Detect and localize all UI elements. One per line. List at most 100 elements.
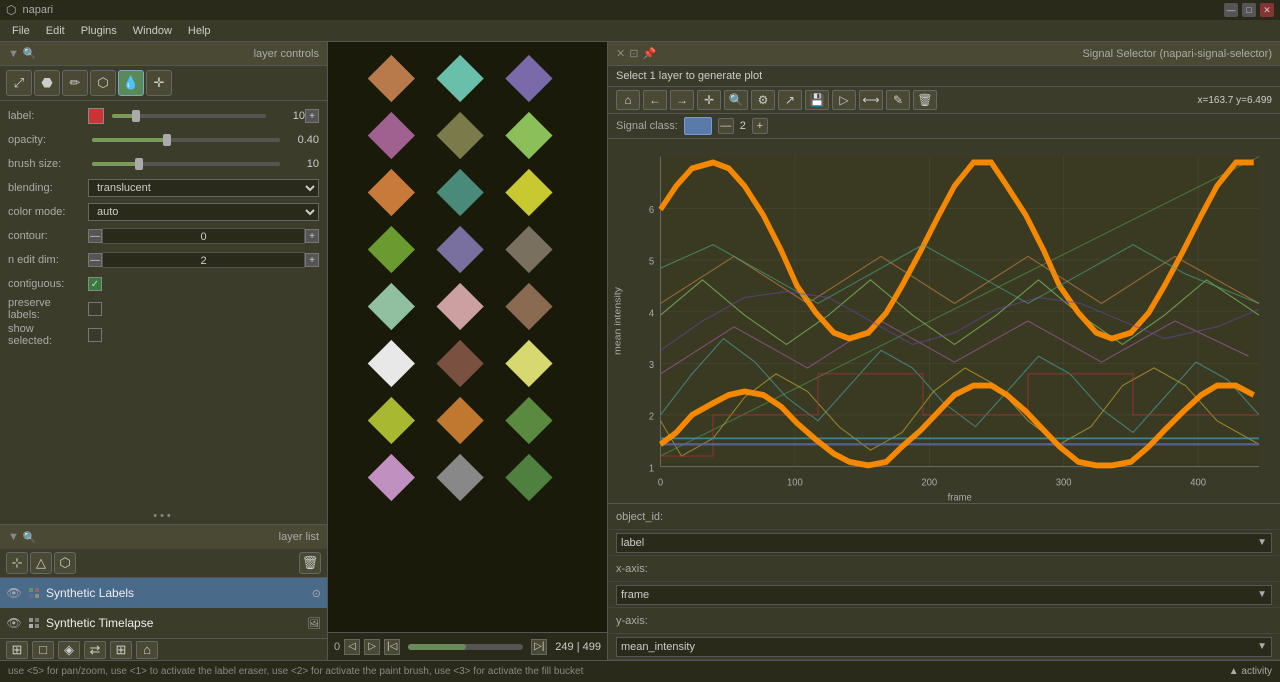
n-edit-dim-decrement-btn[interactable]: — bbox=[88, 253, 102, 267]
layer-item-synthetic-labels[interactable]: 👁 Synthetic Labels ⊙ bbox=[0, 578, 327, 608]
signal-close-icon[interactable]: ✕ bbox=[616, 47, 625, 60]
svg-text:200: 200 bbox=[921, 477, 937, 489]
2d-view-btn[interactable]: □ bbox=[32, 641, 54, 659]
diamond-0-2 bbox=[367, 169, 414, 216]
expand-dots[interactable]: ••• bbox=[153, 510, 174, 522]
x-axis-select[interactable]: frame ▼ bbox=[616, 585, 1272, 605]
layer-type-icon-labels bbox=[26, 585, 42, 601]
signal-select-btn[interactable]: ▷ bbox=[832, 90, 856, 110]
layer-list-collapse[interactable]: ▼ bbox=[8, 531, 19, 543]
signal-forward-btn[interactable]: → bbox=[670, 90, 694, 110]
eyedropper-tool-btn[interactable]: 💧 bbox=[118, 70, 144, 96]
object-id-select[interactable]: label ▼ bbox=[616, 533, 1272, 553]
layer-item-synthetic-timelapse[interactable]: 👁 Synthetic Timelapse 🖼 bbox=[0, 608, 327, 638]
show-selected-checkbox[interactable] bbox=[88, 328, 102, 342]
signal-pin-icon[interactable]: 📌 bbox=[642, 47, 656, 60]
ndisplay-btn[interactable]: ⊞ bbox=[6, 641, 28, 659]
play-btn[interactable]: ▷ bbox=[364, 639, 380, 655]
new-labels-btn[interactable]: ⬡ bbox=[54, 552, 76, 574]
diamond-0-6 bbox=[367, 397, 414, 444]
menu-file[interactable]: File bbox=[4, 23, 38, 39]
statusbar-text: use <5> for pan/zoom, use <1> to activat… bbox=[8, 666, 583, 677]
signal-annotate-btn[interactable]: ✎ bbox=[886, 90, 910, 110]
menu-edit[interactable]: Edit bbox=[38, 23, 73, 39]
signal-zoom-btn[interactable]: 🔍 bbox=[724, 90, 748, 110]
frame-last-btn[interactable]: ▷| bbox=[531, 639, 547, 655]
fill-tool-btn[interactable]: ⬣ bbox=[34, 70, 60, 96]
activity-btn[interactable]: ▲ activity bbox=[1229, 666, 1272, 677]
close-btn[interactable]: ✕ bbox=[1260, 3, 1274, 17]
svg-text:400: 400 bbox=[1190, 477, 1206, 489]
transpose-btn[interactable]: ⇄ bbox=[84, 641, 106, 659]
label-slider-track[interactable] bbox=[112, 114, 266, 118]
chart-area[interactable]: 1 2 3 4 5 6 0 100 200 300 400 mean inten… bbox=[608, 139, 1280, 503]
signal-detach-icon[interactable]: ⊡ bbox=[629, 47, 638, 60]
paint-tool-btn[interactable]: ⬡ bbox=[90, 70, 116, 96]
diamond-2-4 bbox=[505, 283, 552, 330]
signal-selector-title: Signal Selector (napari-signal-selector) bbox=[1082, 48, 1272, 60]
signal-back-btn[interactable]: ← bbox=[643, 90, 667, 110]
signal-configure-btn[interactable]: ⚙ bbox=[751, 90, 775, 110]
menu-window[interactable]: Window bbox=[125, 23, 180, 39]
diamond-1-6 bbox=[436, 397, 483, 444]
layer-list-title: layer list bbox=[279, 531, 319, 543]
label-color-swatch[interactable] bbox=[88, 108, 104, 124]
frame-first-btn[interactable]: |◁ bbox=[384, 639, 400, 655]
svg-text:3: 3 bbox=[649, 360, 655, 372]
maximize-btn[interactable]: □ bbox=[1242, 3, 1256, 17]
delete-layer-btn[interactable]: 🗑 bbox=[299, 552, 321, 574]
opacity-value: 0.40 bbox=[284, 134, 319, 146]
menu-plugins[interactable]: Plugins bbox=[73, 23, 125, 39]
3d-view-btn[interactable]: ◈ bbox=[58, 641, 80, 659]
brush-size-slider-track[interactable] bbox=[92, 162, 280, 166]
contour-decrement-btn[interactable]: — bbox=[88, 229, 102, 243]
color-mode-select[interactable]: auto direct cycle bbox=[88, 203, 319, 221]
contiguous-control-row: contiguous: ✓ bbox=[8, 273, 319, 295]
layer-link-icon-labels[interactable]: ⊙ bbox=[312, 587, 321, 600]
layer-link-icon-image[interactable]: 🖼 bbox=[307, 617, 321, 630]
frame-slider[interactable] bbox=[408, 644, 523, 650]
layer-list-search[interactable]: 🔍 bbox=[23, 531, 37, 544]
layer-visibility-synthetic-timelapse[interactable]: 👁 bbox=[6, 615, 22, 631]
label-increment-btn[interactable]: + bbox=[305, 109, 319, 123]
signal-save-btn[interactable]: 💾 bbox=[805, 90, 829, 110]
statusbar: use <5> for pan/zoom, use <1> to activat… bbox=[0, 660, 1280, 682]
signal-span-btn[interactable]: ⟷ bbox=[859, 90, 883, 110]
signal-class-decrement[interactable]: — bbox=[718, 118, 734, 134]
blending-select[interactable]: translucent additive opaque bbox=[88, 179, 319, 197]
contour-increment-btn[interactable]: + bbox=[305, 229, 319, 243]
signal-class-indicator[interactable] bbox=[684, 117, 712, 135]
y-axis-select[interactable]: mean_intensity ▼ bbox=[616, 637, 1272, 657]
layer-controls-collapse[interactable]: ▼ bbox=[8, 48, 19, 60]
tools-toolbar: ⤢ ⬣ ✏ ⬡ 💧 ✛ bbox=[0, 66, 327, 101]
menubar: File Edit Plugins Window Help bbox=[0, 20, 1280, 42]
opacity-slider-track[interactable] bbox=[92, 138, 280, 142]
y-axis-arrow: ▼ bbox=[1257, 641, 1267, 652]
move-tool-btn[interactable]: ✛ bbox=[146, 70, 172, 96]
diamond-0-7 bbox=[367, 454, 414, 501]
transform-tool-btn[interactable]: ⤢ bbox=[6, 70, 32, 96]
picker-tool-btn[interactable]: ✏ bbox=[62, 70, 88, 96]
signal-delete-btn[interactable]: 🗑 bbox=[913, 90, 937, 110]
grid-btn[interactable]: ⊞ bbox=[110, 641, 132, 659]
contiguous-checkbox[interactable]: ✓ bbox=[88, 277, 102, 291]
menu-help[interactable]: Help bbox=[180, 23, 219, 39]
canvas-svg bbox=[348, 52, 588, 622]
signal-coords: x=163.7 y=6.499 bbox=[1197, 95, 1272, 106]
home-view-btn[interactable]: ⌂ bbox=[136, 641, 158, 659]
layer-visibility-synthetic-labels[interactable]: 👁 bbox=[6, 585, 22, 601]
preserve-labels-checkbox[interactable] bbox=[88, 302, 102, 316]
signal-trend-btn[interactable]: ↗ bbox=[778, 90, 802, 110]
play-prev-btn[interactable]: ◁ bbox=[344, 639, 360, 655]
brush-size-control-row: brush size: 10 bbox=[8, 153, 319, 175]
n-edit-dim-increment-btn[interactable]: + bbox=[305, 253, 319, 267]
signal-home-btn[interactable]: ⌂ bbox=[616, 90, 640, 110]
search-icon[interactable]: 🔍 bbox=[23, 47, 37, 60]
signal-pan-btn[interactable]: ✛ bbox=[697, 90, 721, 110]
y-axis-label: y-axis: bbox=[616, 615, 686, 627]
minimize-btn[interactable]: — bbox=[1224, 3, 1238, 17]
new-points-btn[interactable]: ⊹ bbox=[6, 552, 28, 574]
svg-text:1: 1 bbox=[649, 463, 655, 475]
new-shapes-btn[interactable]: △ bbox=[30, 552, 52, 574]
signal-class-increment[interactable]: + bbox=[752, 118, 768, 134]
